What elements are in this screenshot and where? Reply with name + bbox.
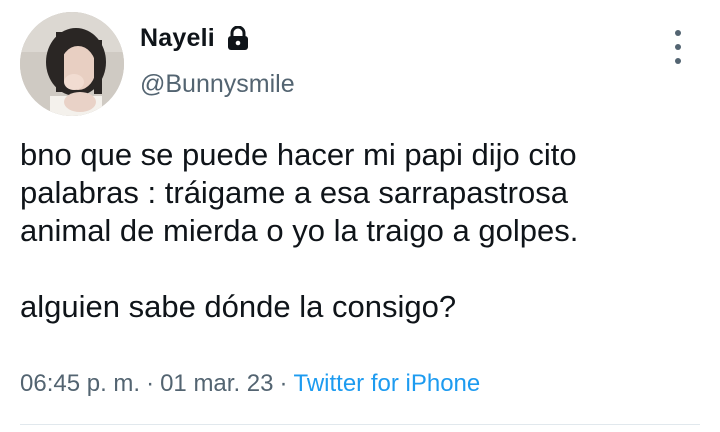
- author-name-row: Nayeli: [140, 24, 251, 53]
- more-vertical-icon: [675, 30, 681, 36]
- tweet-text: bno que se puede hacer mi papi dijo cito…: [20, 137, 579, 324]
- tweet: Nayeli @Bunnysmile bno que se puede hace…: [0, 0, 720, 432]
- divider: [20, 424, 700, 425]
- tweet-date[interactable]: 01 mar. 23: [160, 370, 273, 398]
- meta-separator: ·: [279, 370, 288, 397]
- tweet-meta: 06:45 p. m. · 01 mar. 23 · Twitter for i…: [20, 370, 480, 398]
- tweet-source-link[interactable]: Twitter for iPhone: [293, 370, 480, 398]
- avatar-image: [20, 12, 124, 116]
- more-vertical-icon: [675, 44, 681, 50]
- more-options-button[interactable]: [664, 30, 692, 64]
- lock-icon: [225, 25, 251, 52]
- handle[interactable]: @Bunnysmile: [140, 70, 295, 99]
- avatar[interactable]: [20, 12, 124, 116]
- more-vertical-icon: [675, 58, 681, 64]
- tweet-time[interactable]: 06:45 p. m.: [20, 370, 140, 398]
- display-name[interactable]: Nayeli: [140, 24, 215, 53]
- meta-separator: ·: [146, 370, 155, 397]
